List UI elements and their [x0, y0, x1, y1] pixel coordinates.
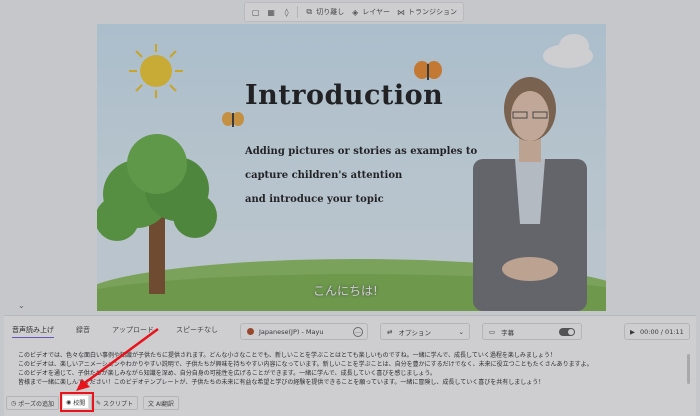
slide-body-line: capture children's attention — [245, 170, 403, 181]
drop-icon[interactable]: ◊ — [282, 7, 291, 17]
cloud-illustration — [559, 34, 589, 58]
trim-icon: ⧉ — [306, 7, 313, 16]
avatar-presenter[interactable] — [455, 64, 605, 311]
play-icon[interactable]: ▶ — [630, 328, 635, 336]
transition-button[interactable]: ⋈ トランジション — [396, 7, 457, 17]
options-dropdown[interactable]: ⇄ オプション ⌄ — [380, 323, 470, 340]
ai-translate-button[interactable]: 文 AI翻訳 — [143, 396, 179, 410]
trim-button[interactable]: ⧉ 切り離し — [304, 7, 344, 17]
caption-label: 字幕 — [501, 328, 515, 337]
layer-button[interactable]: ◈ レイヤー — [350, 7, 390, 17]
pattern-icon[interactable]: ▦ — [266, 7, 275, 17]
scrollbar[interactable] — [687, 354, 690, 384]
trim-label: 切り離し — [316, 8, 345, 16]
tree-illustration — [97, 134, 217, 294]
butterfly-illustration — [222, 112, 244, 127]
video-canvas[interactable]: Introduction Adding pictures or stories … — [97, 24, 606, 311]
voice-select[interactable]: Japanese(JP) - Mayu … — [240, 323, 368, 340]
arrow-icon — [76, 327, 159, 391]
options-icon: ⇄ — [387, 327, 393, 336]
caption-icon: ▭ — [489, 327, 496, 336]
playback-control[interactable]: ▶ 00:00 / 01:11 — [624, 323, 690, 340]
tab-text-to-speech[interactable]: 音声読み上げ — [12, 325, 54, 338]
transition-icon: ⋈ — [397, 7, 405, 17]
caption-toggle-row: ▭ 字幕 — [482, 323, 582, 340]
sun-illustration — [129, 44, 183, 98]
highlight-box — [60, 392, 94, 412]
script-button[interactable]: ✎ スクリプト — [90, 396, 139, 410]
chevron-down-icon: ⌄ — [458, 327, 464, 336]
translate-icon: 文 — [148, 400, 155, 408]
add-pause-label: ポーズの追加 — [18, 400, 54, 408]
layer-label: レイヤー — [362, 8, 390, 16]
chevron-down-icon[interactable]: ⌄ — [18, 301, 25, 310]
slide-body-line: and introduce your topic — [245, 194, 384, 205]
script-label: スクリプト — [103, 400, 134, 408]
slide-title: Introduction — [245, 80, 444, 111]
ai-translate-label: AI翻訳 — [156, 400, 174, 408]
tab-no-speech[interactable]: スピーチなし — [176, 325, 218, 338]
voice-avatar-icon — [247, 328, 254, 335]
caption-toggle[interactable] — [559, 328, 575, 336]
layer-icon: ◈ — [352, 7, 359, 17]
color-swatch-icon[interactable]: ▢ — [251, 7, 260, 17]
clock-icon: ◷ — [11, 399, 17, 407]
subtitle-text: こんにちは! — [313, 284, 378, 298]
more-options-icon[interactable]: … — [353, 327, 363, 337]
toolbar-divider — [297, 6, 299, 18]
wand-icon: ✎ — [95, 399, 101, 407]
slide-body-line: Adding pictures or stories as examples t… — [245, 146, 478, 157]
add-pause-button[interactable]: ◷ ポーズの追加 — [6, 396, 59, 410]
editor-toolbar: ▢ ▦ ◊ ⧉ 切り離し ◈ レイヤー ⋈ トランジション — [244, 2, 464, 22]
transition-label: トランジション — [408, 8, 457, 16]
voice-label: Japanese(JP) - Mayu — [259, 327, 324, 336]
time-display: 00:00 / 01:11 — [640, 327, 684, 336]
options-label: オプション — [398, 328, 431, 337]
